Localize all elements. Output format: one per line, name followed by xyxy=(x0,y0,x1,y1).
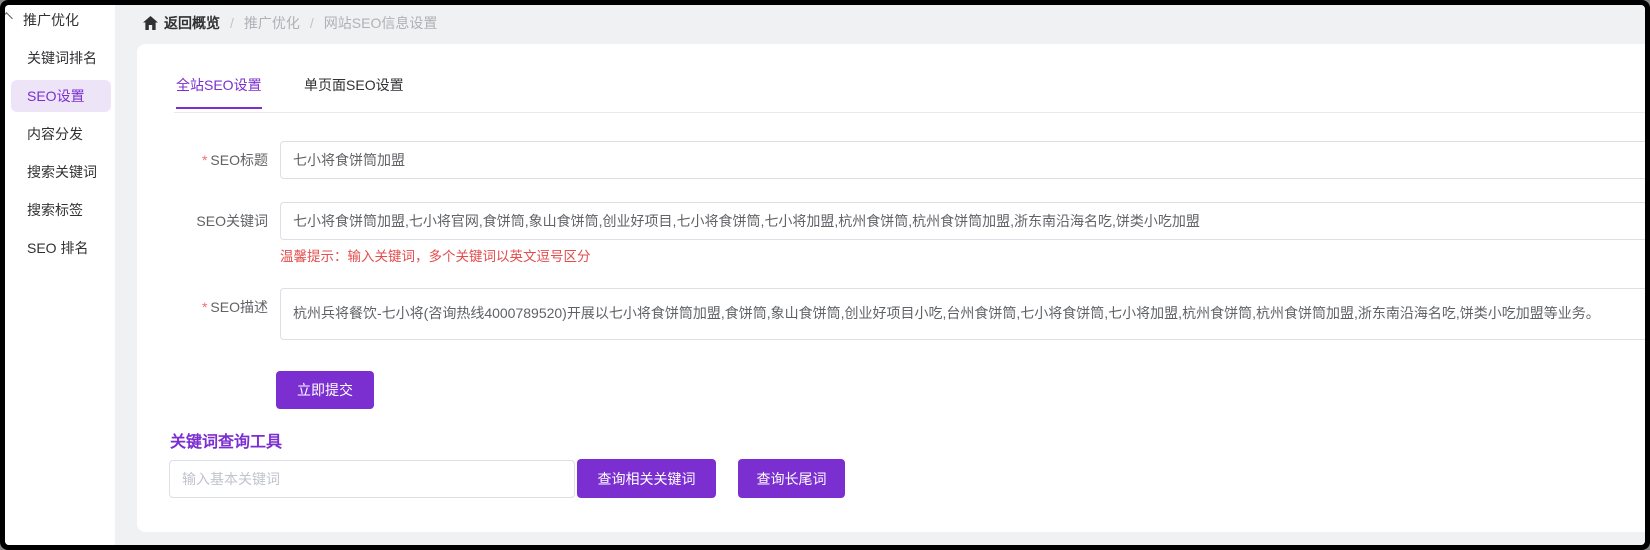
seo-title-input[interactable] xyxy=(280,141,1645,179)
sidebar-item-search-tags[interactable]: 搜索标签 xyxy=(5,191,115,229)
tabs-divider xyxy=(174,112,1645,113)
seo-settings-card: 全站SEO设置 单页面SEO设置 *SEO标题 xyxy=(137,44,1645,532)
home-icon xyxy=(143,16,158,30)
seo-description-row: *SEO描述 杭州兵将餐饮-七小将(咨询热线4000789520)开展以七小将食… xyxy=(137,288,1645,345)
tab-sitewide-seo[interactable]: 全站SEO设置 xyxy=(176,75,262,109)
seo-description-label: *SEO描述 xyxy=(137,288,280,326)
required-mark: * xyxy=(202,299,207,315)
breadcrumb-home-link[interactable]: 返回概览 xyxy=(143,13,220,33)
query-related-keywords-button[interactable]: 查询相关关键词 xyxy=(577,459,716,498)
breadcrumb-item-current-page: 网站SEO信息设置 xyxy=(324,13,438,33)
required-mark: * xyxy=(202,152,207,168)
main-area: 返回概览 / 推广优化 / 网站SEO信息设置 全站SEO设置 单页面SEO设置 xyxy=(115,5,1645,545)
breadcrumb-separator: / xyxy=(310,15,314,31)
seo-keywords-row: SEO关键词 xyxy=(137,202,1645,240)
sidebar-item-label: SEO设置 xyxy=(27,86,85,106)
sidebar-menu: 关键词排名 SEO设置 内容分发 搜索关键词 搜索标签 xyxy=(5,35,115,267)
seo-form: *SEO标题 SEO关键词 温馨提示：输入关键词，多个关键词以英文逗号区分 xyxy=(137,141,1645,409)
query-longtail-keywords-button[interactable]: 查询长尾词 xyxy=(738,459,845,498)
seo-description-label-text: SEO描述 xyxy=(210,299,268,315)
sidebar-item-label: 内容分发 xyxy=(27,124,83,144)
collapse-chevron-icon xyxy=(5,12,13,25)
sidebar-item-content-distribution[interactable]: 内容分发 xyxy=(5,115,115,153)
seo-description-textarea[interactable]: 杭州兵将餐饮-七小将(咨询热线4000789520)开展以七小将食饼筒加盟,食饼… xyxy=(280,288,1645,340)
seo-title-label-text: SEO标题 xyxy=(210,152,268,168)
seo-keywords-label: SEO关键词 xyxy=(137,202,280,240)
sidebar-item-label: 搜索标签 xyxy=(27,200,83,220)
seo-tabs: 全站SEO设置 单页面SEO设置 xyxy=(176,75,1645,113)
submit-button[interactable]: 立即提交 xyxy=(276,371,374,409)
keyword-tool-title: 关键词查询工具 xyxy=(170,433,1645,453)
seo-title-row: *SEO标题 xyxy=(137,141,1645,179)
sidebar: 推广优化 关键词排名 SEO设置 内容分发 搜索关键词 xyxy=(5,5,115,545)
keywords-hint-text: 温馨提示：输入关键词，多个关键词以英文逗号区分 xyxy=(280,248,1645,265)
sidebar-item-seo-settings[interactable]: SEO设置 xyxy=(5,77,115,115)
sidebar-section-label: 推广优化 xyxy=(23,10,79,30)
seo-keywords-input[interactable] xyxy=(280,202,1645,240)
sidebar-item-label: 搜索关键词 xyxy=(27,162,97,182)
sidebar-item-keyword-rank[interactable]: 关键词排名 xyxy=(5,39,115,77)
keyword-tool-input[interactable] xyxy=(169,460,575,498)
seo-title-label: *SEO标题 xyxy=(137,141,280,179)
sidebar-item-search-keywords[interactable]: 搜索关键词 xyxy=(5,153,115,191)
app-window: 推广优化 关键词排名 SEO设置 内容分发 搜索关键词 xyxy=(5,5,1645,545)
breadcrumb: 返回概览 / 推广优化 / 网站SEO信息设置 xyxy=(115,5,1645,41)
keyword-tool-row: 查询相关关键词 查询长尾词 xyxy=(169,459,1645,498)
tab-single-page-seo[interactable]: 单页面SEO设置 xyxy=(304,75,404,109)
breadcrumb-item-promotion[interactable]: 推广优化 xyxy=(244,13,300,33)
sidebar-item-seo-rank[interactable]: SEO 排名 xyxy=(5,229,115,267)
screenshot-frame: 推广优化 关键词排名 SEO设置 内容分发 搜索关键词 xyxy=(0,0,1650,550)
breadcrumb-separator: / xyxy=(230,15,234,31)
sidebar-item-label: SEO 排名 xyxy=(27,238,88,258)
breadcrumb-home-label: 返回概览 xyxy=(164,13,220,33)
sidebar-item-label: 关键词排名 xyxy=(27,48,97,68)
sidebar-section-header[interactable]: 推广优化 xyxy=(5,5,115,35)
